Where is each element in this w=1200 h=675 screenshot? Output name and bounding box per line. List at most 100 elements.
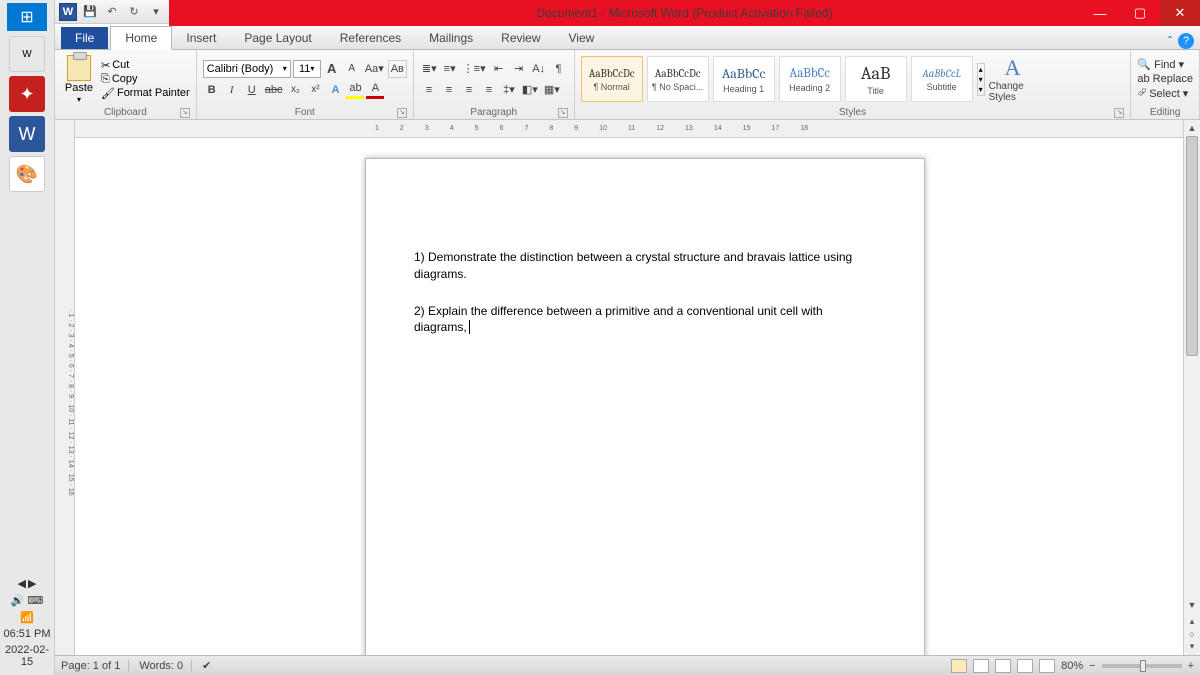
- clipboard-launcher-icon[interactable]: ↘: [180, 108, 190, 118]
- change-styles-button[interactable]: A Change Styles: [989, 55, 1037, 103]
- tab-mailings[interactable]: Mailings: [415, 27, 487, 49]
- taskbar-app-paint[interactable]: 🎨: [9, 156, 45, 192]
- font-launcher-icon[interactable]: ↘: [397, 108, 407, 118]
- bullets-button[interactable]: ≣▾: [420, 60, 439, 78]
- copy-button[interactable]: ⎘Copy: [101, 73, 190, 86]
- tray-right-icon[interactable]: ▶: [28, 577, 36, 590]
- horizontal-ruler[interactable]: 1234567891011121314151718: [75, 120, 1183, 138]
- tab-page-layout[interactable]: Page Layout: [230, 27, 325, 49]
- browse-object-icon[interactable]: ○: [1189, 629, 1194, 639]
- help-icon[interactable]: ?: [1178, 33, 1194, 49]
- numbering-button[interactable]: ≡▾: [441, 60, 459, 78]
- align-center-button[interactable]: ≡: [440, 81, 458, 99]
- font-name-combo[interactable]: Calibri (Body)▾: [203, 60, 291, 78]
- tray-left-icon[interactable]: ◀: [18, 577, 26, 590]
- select-button[interactable]: ⮰Select ▾: [1137, 87, 1193, 100]
- grow-font-button[interactable]: A: [323, 60, 341, 78]
- tab-home[interactable]: Home: [110, 26, 172, 50]
- qat-save-icon[interactable]: 💾: [81, 3, 99, 21]
- zoom-slider[interactable]: [1102, 664, 1182, 668]
- multilevel-button[interactable]: ⋮≡▾: [461, 60, 488, 78]
- vertical-scrollbar[interactable]: ▲ ▼ ▴ ○ ▾: [1183, 120, 1200, 655]
- style-title[interactable]: AaBTitle: [845, 56, 907, 102]
- replace-button[interactable]: abReplace: [1137, 73, 1193, 85]
- increase-indent-button[interactable]: ⇥: [510, 60, 528, 78]
- page[interactable]: 1) Demonstrate the distinction between a…: [365, 158, 925, 655]
- view-full-screen-icon[interactable]: [973, 659, 989, 673]
- maximize-button[interactable]: ▢: [1120, 0, 1160, 26]
- ribbon-minimize-icon[interactable]: ˆ: [1168, 34, 1172, 48]
- styles-gallery-scroll[interactable]: ▴▾▾: [977, 63, 985, 96]
- tab-references[interactable]: References: [326, 27, 415, 49]
- qat-redo-icon[interactable]: ↻: [125, 3, 143, 21]
- italic-button[interactable]: I: [223, 81, 241, 99]
- shading-button[interactable]: ◧▾: [520, 81, 540, 99]
- sort-button[interactable]: A↓: [530, 60, 548, 78]
- word-app-icon[interactable]: W: [59, 3, 77, 21]
- scroll-up-icon[interactable]: ▲: [1184, 120, 1200, 136]
- clear-format-button[interactable]: Aʙ: [388, 60, 407, 78]
- style-heading1[interactable]: AaBbCcHeading 1: [713, 56, 775, 102]
- change-case-button[interactable]: Aa▾: [363, 60, 386, 78]
- start-button[interactable]: ⊞: [7, 3, 47, 31]
- superscript-button[interactable]: x²: [306, 81, 324, 99]
- shrink-font-button[interactable]: A: [343, 60, 361, 78]
- taskbar-app-acrobat[interactable]: ✦: [9, 76, 45, 112]
- show-marks-button[interactable]: ¶: [550, 60, 568, 78]
- status-proofing-icon[interactable]: ✔: [202, 659, 211, 672]
- prev-page-icon[interactable]: ▴: [1190, 616, 1195, 627]
- style-no-spacing[interactable]: AaBbCcDc¶ No Spaci...: [647, 56, 709, 102]
- minimize-button[interactable]: —: [1080, 0, 1120, 26]
- zoom-out-icon[interactable]: −: [1089, 660, 1095, 672]
- paste-button[interactable]: Paste ▾: [61, 55, 97, 104]
- align-right-button[interactable]: ≡: [460, 81, 478, 99]
- font-color-button[interactable]: A: [366, 81, 384, 99]
- style-normal[interactable]: AaBbCcDc¶ Normal: [581, 56, 643, 102]
- tab-insert[interactable]: Insert: [172, 27, 230, 49]
- find-button[interactable]: 🔍Find ▾: [1137, 58, 1193, 71]
- vertical-ruler[interactable]: · 1 · 2 · 3 · 4 · 5 · 6 · 7 · 8 · 9 · 10…: [55, 120, 75, 655]
- qat-undo-icon[interactable]: ↶: [103, 3, 121, 21]
- view-print-layout-icon[interactable]: [951, 659, 967, 673]
- view-draft-icon[interactable]: [1039, 659, 1055, 673]
- zoom-level[interactable]: 80%: [1061, 660, 1083, 672]
- tray-network-icon[interactable]: 📶: [2, 611, 52, 624]
- underline-button[interactable]: U: [243, 81, 261, 99]
- justify-button[interactable]: ≡: [480, 81, 498, 99]
- status-words[interactable]: Words: 0: [139, 660, 192, 672]
- align-left-button[interactable]: ≡: [420, 81, 438, 99]
- tray-date[interactable]: 2022-02-15: [2, 644, 52, 668]
- qat-customize-icon[interactable]: ▾: [147, 3, 165, 21]
- taskbar-app-word-small[interactable]: W: [9, 36, 45, 72]
- view-web-icon[interactable]: [995, 659, 1011, 673]
- document-canvas[interactable]: 1) Demonstrate the distinction between a…: [75, 138, 1183, 655]
- bold-button[interactable]: B: [203, 81, 221, 99]
- cut-button[interactable]: ✂Cut: [101, 59, 190, 72]
- highlight-button[interactable]: ab: [346, 81, 364, 99]
- tab-view[interactable]: View: [555, 27, 609, 49]
- paragraph-launcher-icon[interactable]: ↘: [558, 108, 568, 118]
- style-subtitle[interactable]: AaBbCcLSubtitle: [911, 56, 973, 102]
- borders-button[interactable]: ▦▾: [542, 81, 562, 99]
- format-painter-button[interactable]: 🖌Format Painter: [101, 87, 190, 100]
- line-spacing-button[interactable]: ‡▾: [500, 81, 518, 99]
- subscript-button[interactable]: x₂: [286, 81, 304, 99]
- scroll-down-icon[interactable]: ▼: [1184, 597, 1200, 613]
- tab-file[interactable]: File: [61, 27, 108, 49]
- style-heading2[interactable]: AaBbCcHeading 2: [779, 56, 841, 102]
- taskbar-app-word[interactable]: W: [9, 116, 45, 152]
- close-button[interactable]: ✕: [1160, 0, 1200, 26]
- tray-time[interactable]: 06:51 PM: [2, 628, 52, 640]
- tab-review[interactable]: Review: [487, 27, 554, 49]
- strike-button[interactable]: abc: [263, 81, 285, 99]
- scroll-thumb[interactable]: [1186, 136, 1198, 356]
- decrease-indent-button[interactable]: ⇤: [490, 60, 508, 78]
- zoom-in-icon[interactable]: +: [1188, 660, 1194, 672]
- styles-launcher-icon[interactable]: ↘: [1114, 108, 1124, 118]
- next-page-icon[interactable]: ▾: [1190, 641, 1195, 652]
- view-outline-icon[interactable]: [1017, 659, 1033, 673]
- font-size-combo[interactable]: 11▾: [293, 60, 321, 78]
- status-page[interactable]: Page: 1 of 1: [61, 660, 129, 672]
- text-effects-button[interactable]: A: [326, 81, 344, 99]
- tray-volume-icon[interactable]: 🔊 ⌨: [2, 594, 52, 607]
